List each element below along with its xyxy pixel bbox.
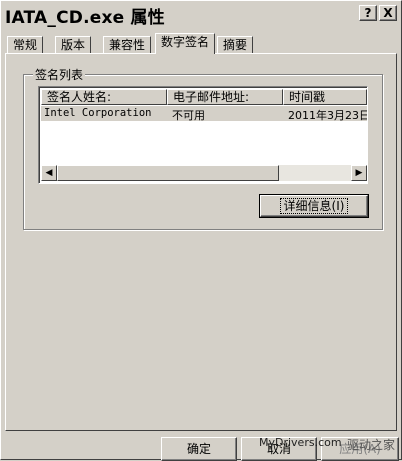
title-bar[interactable]: IATA_CD.exe 属性 ? X xyxy=(1,1,401,28)
window-title: IATA_CD.exe 属性 xyxy=(5,8,165,28)
tab-version[interactable]: 版本 xyxy=(55,36,92,54)
column-header-signer[interactable]: 签名人姓名: xyxy=(41,89,167,105)
scroll-left-icon[interactable]: ◀ xyxy=(41,165,57,181)
properties-dialog: IATA_CD.exe 属性 ? X 常规 版本 兼容性 数字签名 摘要 签名列… xyxy=(0,0,402,461)
column-header-timestamp[interactable]: 时间戳 xyxy=(283,89,367,105)
column-header-email[interactable]: 电子邮件地址: xyxy=(167,89,283,105)
signer-timestamp: 2011年3月23日 xyxy=(288,109,368,122)
horizontal-scrollbar[interactable]: ◀ ▶ xyxy=(41,165,367,181)
signature-row[interactable]: Intel Corporation 不可用 2011年3月23日 xyxy=(41,106,368,122)
details-button[interactable]: 详细信息(I) xyxy=(259,194,369,218)
signer-name: Intel Corporation xyxy=(44,107,152,119)
tab-strip: 常规 版本 兼容性 数字签名 摘要 xyxy=(5,33,397,54)
watermark-site: MyDrivers.com xyxy=(259,436,342,449)
scroll-thumb[interactable] xyxy=(57,165,279,181)
details-button-label: 详细信息(I) xyxy=(279,198,349,214)
watermark-brand: 驱动之家 xyxy=(347,438,396,452)
tab-digital-signatures[interactable]: 数字签名 xyxy=(155,33,216,54)
close-button[interactable]: X xyxy=(379,5,397,21)
signer-email: 不可用 xyxy=(172,109,205,122)
scroll-right-icon[interactable]: ▶ xyxy=(351,165,367,181)
signature-list[interactable]: 签名人姓名: 电子邮件地址: 时间戳 Intel Corporation 不可用… xyxy=(38,86,368,184)
help-button[interactable]: ? xyxy=(359,5,377,21)
tab-compatibility[interactable]: 兼容性 xyxy=(103,36,152,54)
tab-general[interactable]: 常规 xyxy=(7,36,44,54)
ok-button[interactable]: 确定 xyxy=(161,437,237,461)
signature-list-label: 签名列表 xyxy=(33,66,86,83)
tab-summary[interactable]: 摘要 xyxy=(217,36,254,54)
